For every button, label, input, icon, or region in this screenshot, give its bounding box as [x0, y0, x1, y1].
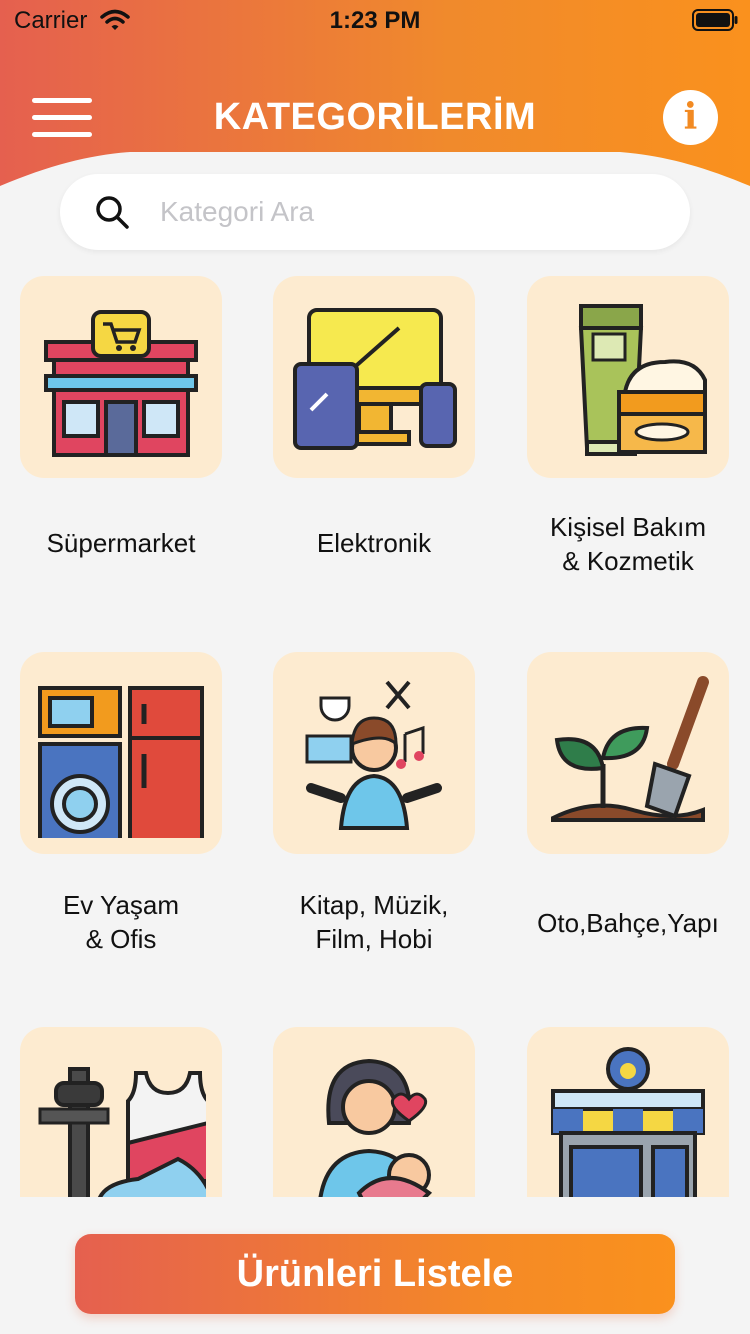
supermarket-icon: [44, 310, 198, 457]
category-tile-electronics[interactable]: [273, 276, 475, 478]
pet-shop-icon: [551, 1047, 705, 1197]
search-icon: [96, 196, 129, 229]
category-tile-mother-baby[interactable]: [273, 1027, 475, 1197]
info-icon: i: [683, 96, 698, 138]
page-title: KATEGORİLERİM: [213, 96, 537, 138]
category-tile-pet-shop[interactable]: [527, 1027, 729, 1197]
status-time: 1:23 PM: [329, 7, 421, 34]
category-tile-cosmetics[interactable]: [527, 276, 729, 478]
category-tile-hobby[interactable]: [273, 652, 475, 854]
battery-icon: [692, 9, 738, 31]
category-tile-sports[interactable]: [20, 1027, 222, 1197]
sports-icon: [38, 1067, 206, 1197]
category-label: Kişisel Bakım & Kozmetik: [549, 512, 707, 576]
electronics-icon: [293, 308, 457, 450]
category-tile-garden[interactable]: [527, 652, 729, 854]
list-products-button[interactable]: Ürünleri Listele: [75, 1234, 675, 1314]
category-label: Kitap, Müzik, Film, Hobi: [299, 890, 449, 954]
status-bar: Carrier 1:23 PM: [0, 0, 750, 40]
search-input[interactable]: [160, 190, 660, 234]
category-label: Ev Yaşam & Ofis: [62, 890, 180, 954]
cosmetics-icon: [578, 304, 707, 456]
category-label: Elektronik: [316, 528, 432, 558]
category-label: Süpermarket: [46, 528, 196, 558]
category-label: Oto,Bahçe,Yapı: [537, 908, 719, 938]
garden-icon: [551, 676, 709, 822]
appliances-icon: [38, 686, 204, 838]
category-tile-home-office[interactable]: [20, 652, 222, 854]
category-grid: Süpermarket Elektronik Kişisel Bakım & K…: [0, 270, 750, 1197]
hobby-icon: [305, 680, 442, 830]
mother-baby-icon: [318, 1058, 433, 1197]
search-bar[interactable]: [60, 174, 690, 250]
category-tile-supermarket[interactable]: [20, 276, 222, 478]
info-button[interactable]: i: [663, 90, 718, 145]
